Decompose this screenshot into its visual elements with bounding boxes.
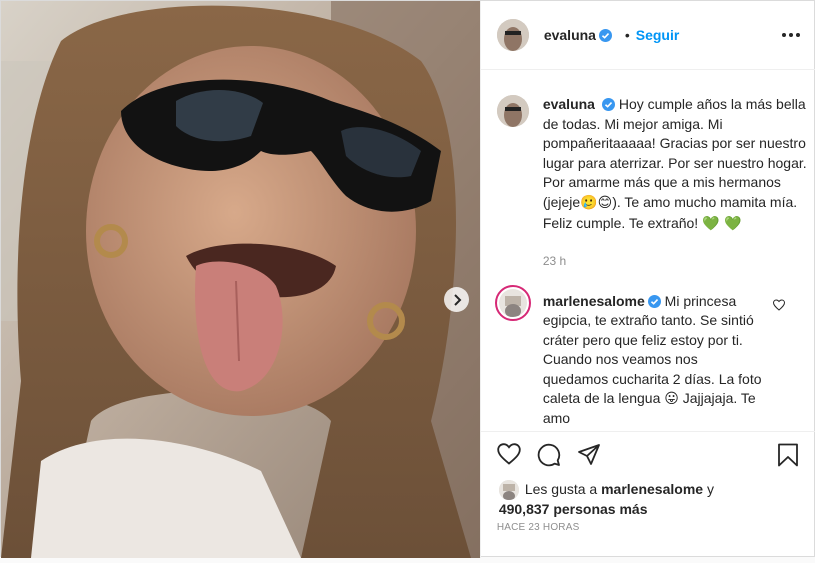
header-bullet: •	[624, 27, 630, 43]
post-caption: evaluna Hoy cumple años la más bella de …	[543, 95, 813, 234]
tongue-emoji: 😛	[664, 391, 679, 408]
avatar-image	[498, 480, 519, 500]
likes-count[interactable]: 490,837 personas más	[499, 499, 799, 519]
commenter-avatar[interactable]	[494, 285, 531, 321]
green-hearts-emoji: 💚 💚	[702, 215, 742, 232]
author-username[interactable]: evaluna	[544, 27, 596, 43]
avatar-image	[496, 95, 529, 127]
likes-prefix: Les gusta a	[524, 481, 598, 497]
verified-badge-icon	[598, 29, 612, 42]
commenter-username[interactable]: marlenesalome	[543, 293, 645, 309]
paper-plane-icon[interactable]	[577, 443, 601, 467]
author-avatar[interactable]	[496, 19, 529, 51]
photo-illustration	[1, 1, 480, 558]
bookmark-icon[interactable]	[777, 443, 799, 467]
post-side-panel: evaluna • Seguir evaluna Hoy cumple años …	[479, 1, 815, 558]
likes-connector: y	[706, 481, 714, 497]
comment-item: marlenesalome Mi princesa egipcia, te ex…	[543, 292, 763, 429]
comment-like-heart-icon[interactable]	[772, 299, 785, 311]
verified-badge-icon	[601, 98, 615, 111]
chevron-right-icon	[453, 293, 461, 306]
heart-icon[interactable]	[497, 443, 521, 465]
post-photo[interactable]	[1, 1, 480, 558]
author-username-row[interactable]: evaluna	[544, 27, 612, 43]
likes-summary: Les gusta a marlenesalome y 490,837 pers…	[498, 479, 799, 519]
caption-text: Hoy cumple años la más bella de todas. M…	[542, 96, 807, 210]
caption-age[interactable]: 23 h	[543, 254, 566, 268]
smile-emoji: 😊	[597, 194, 613, 211]
liker-avatar[interactable]	[498, 480, 519, 500]
caption-author-avatar[interactable]	[496, 95, 529, 127]
likes-line: Les gusta a marlenesalome y	[499, 479, 799, 499]
liker-username[interactable]: marlenesalome	[601, 481, 703, 497]
next-photo-button[interactable]	[444, 287, 469, 312]
verified-badge-icon	[647, 295, 661, 308]
post-dialog: evaluna • Seguir evaluna Hoy cumple años …	[0, 0, 815, 558]
post-header: evaluna • Seguir	[480, 1, 815, 70]
follow-label[interactable]: Seguir	[636, 27, 680, 43]
avatar-image	[498, 289, 527, 318]
comment-icon[interactable]	[537, 443, 561, 467]
smiling-tear-emoji: 🥲	[580, 194, 598, 211]
caption-author[interactable]: evaluna	[543, 96, 595, 112]
action-bar	[480, 431, 815, 481]
post-timestamp[interactable]: HACE 23 HORAS	[497, 522, 580, 533]
more-options-icon[interactable]	[781, 28, 800, 42]
follow-button[interactable]: • Seguir	[625, 27, 679, 43]
avatar-image	[496, 19, 529, 51]
